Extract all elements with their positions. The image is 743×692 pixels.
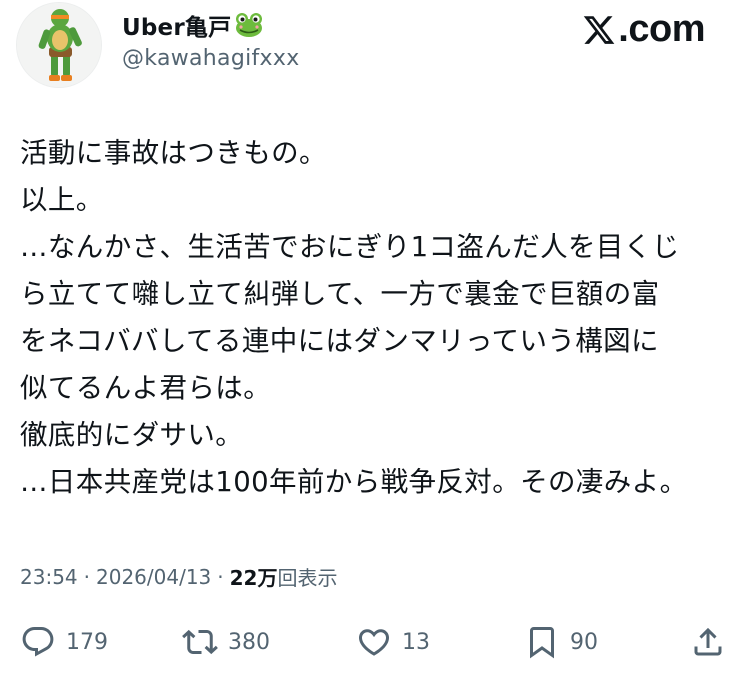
tweet-line: 似てるんよ君らは。	[20, 372, 272, 404]
brand-domain-label: .com	[618, 8, 705, 50]
like-count: 13	[402, 629, 430, 655]
author-handle[interactable]: @kawahagifxxx	[122, 46, 300, 71]
bookmark-count: 90	[570, 629, 598, 655]
bookmark-button[interactable]: 90	[524, 620, 598, 664]
bookmark-icon	[530, 627, 554, 659]
views-count: 22万	[229, 566, 278, 590]
tweet-line: 以上。	[20, 184, 104, 216]
tweet-text: 活動に事故はつきもの。 以上。 …なんかさ、生活苦でおにぎり1コ盗んだ人を目くじ…	[20, 130, 725, 506]
tweet-line: をネコババしてる連中にはダンマリっていう構図に	[20, 325, 659, 357]
repost-button[interactable]: 380	[182, 620, 270, 664]
share-icon	[694, 627, 722, 656]
meta-separator: ·	[83, 564, 90, 589]
views-label: 回表示	[277, 566, 338, 590]
frog-icon	[235, 12, 263, 38]
reply-icon	[22, 627, 54, 657]
reply-button[interactable]: 179	[20, 620, 108, 664]
author-name-row[interactable]: Uber亀戸	[122, 8, 263, 42]
like-button[interactable]: 13	[356, 620, 430, 664]
avatar-image	[17, 3, 101, 87]
tweet-meta: 23:54 · 2026/04/13 · 22万 回表示	[20, 562, 337, 591]
tweet-line: …なんかさ、生活苦でおにぎり1コ盗んだ人を目くじ	[20, 231, 680, 263]
heart-icon	[358, 629, 390, 656]
action-bar: 179 380 13 90	[20, 620, 725, 664]
tweet-line: …日本共産党は100年前から戦争反対。その凄みよ。	[20, 466, 688, 498]
reply-count: 179	[66, 629, 108, 655]
meta-separator: ·	[217, 564, 224, 589]
avatar[interactable]	[16, 2, 102, 88]
repost-icon	[182, 629, 218, 655]
tweet-line: 活動に事故はつきもの。	[20, 137, 327, 169]
tweet-date[interactable]: 2026/04/13	[96, 565, 211, 589]
repost-count: 380	[228, 629, 270, 655]
brand-logo: .com	[582, 8, 705, 51]
share-button[interactable]	[690, 620, 726, 664]
tweet-time[interactable]: 23:54	[20, 565, 78, 589]
x-logo-icon	[582, 13, 616, 47]
tweet-line: ら立てて囃し立て糾弾して、一方で裏金で巨額の富	[20, 278, 660, 310]
author-display-name[interactable]: Uber亀戸	[122, 8, 231, 42]
tweet-line: 徹底的にダサい。	[20, 419, 244, 451]
